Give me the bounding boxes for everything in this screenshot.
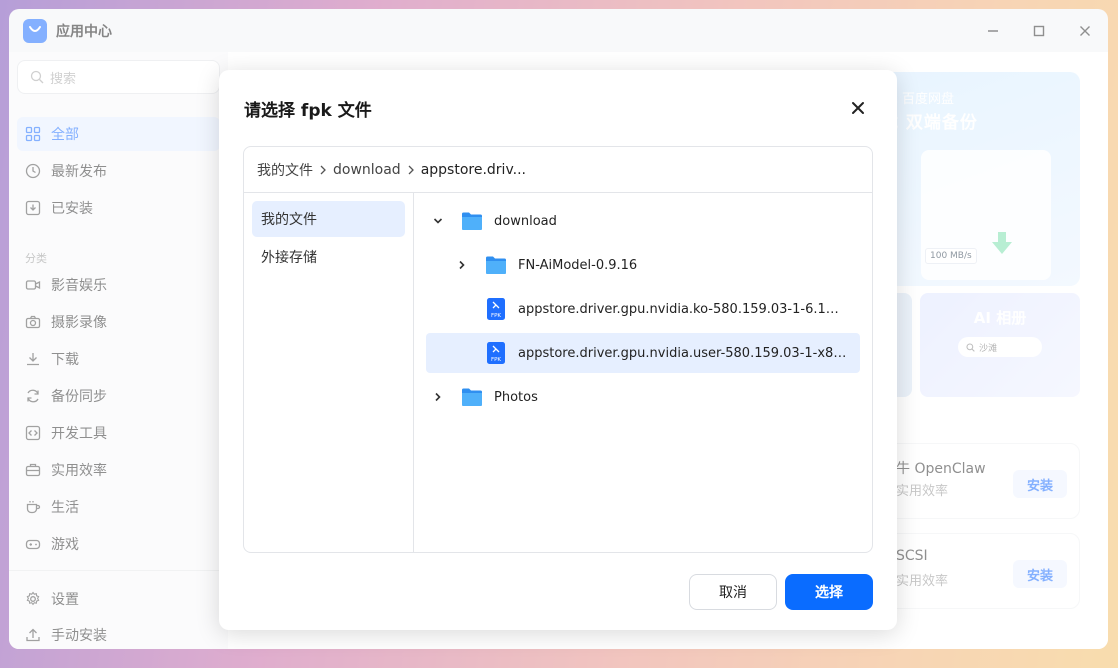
- breadcrumb-item[interactable]: 我的文件: [257, 160, 313, 180]
- file-name: download: [494, 213, 557, 229]
- chevron-down-icon[interactable]: [431, 214, 445, 228]
- file-browser: 我的文件 download appstore.driv... 我的文件 外接存储…: [243, 146, 873, 553]
- location-external-storage[interactable]: 外接存储: [252, 239, 405, 275]
- chevron-right-icon: [320, 165, 326, 174]
- breadcrumb: 我的文件 download appstore.driv...: [244, 147, 872, 193]
- location-pane: 我的文件 外接存储: [244, 193, 414, 552]
- file-name: Photos: [494, 389, 538, 405]
- cancel-button[interactable]: 取消: [689, 574, 777, 610]
- fpk-file-icon: FPK: [487, 298, 505, 320]
- dialog-close-button[interactable]: [847, 97, 869, 119]
- file-picker-dialog: 请选择 fpk 文件 我的文件 download appstore.driv..…: [219, 70, 897, 630]
- file-tree: download FN-AiModel-0.9.16 FPK appstore.…: [414, 193, 872, 552]
- dialog-title: 请选择 fpk 文件: [244, 101, 372, 121]
- tree-row-folder[interactable]: FN-AiModel-0.9.16: [426, 245, 860, 285]
- tree-row-folder[interactable]: download: [426, 201, 860, 241]
- fpk-badge: FPK: [491, 313, 501, 319]
- breadcrumb-item[interactable]: download: [333, 162, 401, 178]
- file-name: appstore.driver.gpu.nvidia.user-580.159.…: [518, 345, 854, 361]
- chevron-right-icon: [408, 165, 414, 174]
- tree-row-file[interactable]: FPK appstore.driver.gpu.nvidia.ko-580.15…: [426, 289, 860, 329]
- chevron-right-icon[interactable]: [455, 258, 469, 272]
- breadcrumb-current[interactable]: appstore.driv...: [421, 162, 526, 178]
- tree-row-folder[interactable]: Photos: [426, 377, 860, 417]
- folder-icon: [462, 212, 482, 230]
- chevron-right-icon[interactable]: [431, 390, 445, 404]
- file-name: appstore.driver.gpu.nvidia.ko-580.159.03…: [518, 301, 844, 317]
- tree-row-file-selected[interactable]: FPK appstore.driver.gpu.nvidia.user-580.…: [426, 333, 860, 373]
- close-icon: [852, 102, 864, 114]
- select-button[interactable]: 选择: [785, 574, 873, 610]
- location-my-files[interactable]: 我的文件: [252, 201, 405, 237]
- folder-icon: [462, 388, 482, 406]
- fpk-badge: FPK: [491, 357, 501, 363]
- folder-icon: [486, 256, 506, 274]
- file-name: FN-AiModel-0.9.16: [518, 257, 638, 273]
- fpk-file-icon: FPK: [487, 342, 505, 364]
